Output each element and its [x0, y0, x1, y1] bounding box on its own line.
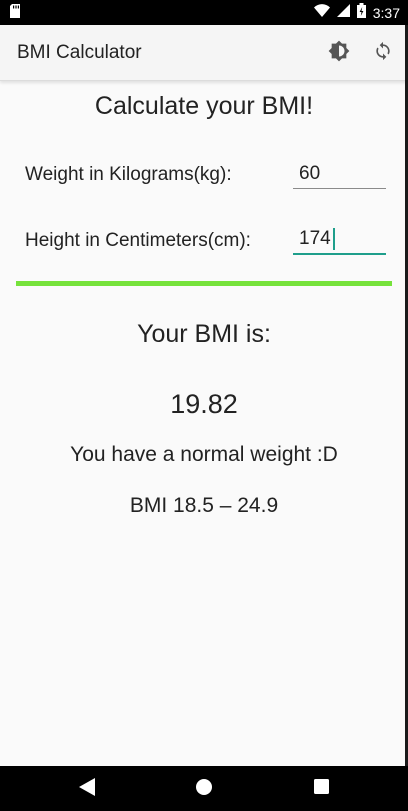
app-title: BMI Calculator	[17, 42, 142, 63]
recents-button[interactable]	[310, 778, 332, 800]
status-bar: 3:37	[0, 0, 408, 25]
bmi-range: BMI 18.5 – 24.9	[129, 494, 279, 517]
theme-toggle-button[interactable]	[325, 39, 353, 67]
app-toolbar: BMI Calculator	[0, 25, 408, 81]
navigation-bar	[0, 766, 408, 811]
bmi-value: 19.82	[170, 389, 238, 419]
height-field[interactable]	[293, 225, 386, 255]
refresh-icon	[373, 41, 393, 66]
refresh-button[interactable]	[369, 39, 397, 67]
wifi-icon	[313, 4, 330, 22]
back-triangle-icon	[79, 777, 95, 801]
result-title: Your BMI is:	[137, 320, 271, 348]
home-circle-icon	[195, 778, 213, 801]
brightness-icon	[328, 40, 350, 67]
battery-icon	[356, 3, 366, 23]
weight-label: Weight in Kilograms(kg):	[25, 164, 232, 185]
section-divider	[16, 281, 392, 286]
height-input[interactable]	[293, 225, 386, 253]
home-button[interactable]	[193, 778, 215, 800]
app-screen: 3:37 BMI Calculator Calculate your BMI! …	[0, 0, 408, 811]
status-time: 3:37	[372, 5, 400, 21]
text-cursor	[333, 228, 335, 250]
sd-card-icon	[10, 4, 20, 23]
weight-input[interactable]	[293, 160, 386, 188]
recents-square-icon	[313, 779, 329, 799]
page-heading: Calculate your BMI!	[94, 92, 314, 120]
weight-field[interactable]	[293, 160, 386, 189]
cell-signal-icon	[336, 4, 350, 22]
back-button[interactable]	[76, 777, 98, 801]
height-label: Height in Centimeters(cm):	[25, 230, 251, 251]
weight-status-message: You have a normal weight :D	[70, 443, 338, 466]
